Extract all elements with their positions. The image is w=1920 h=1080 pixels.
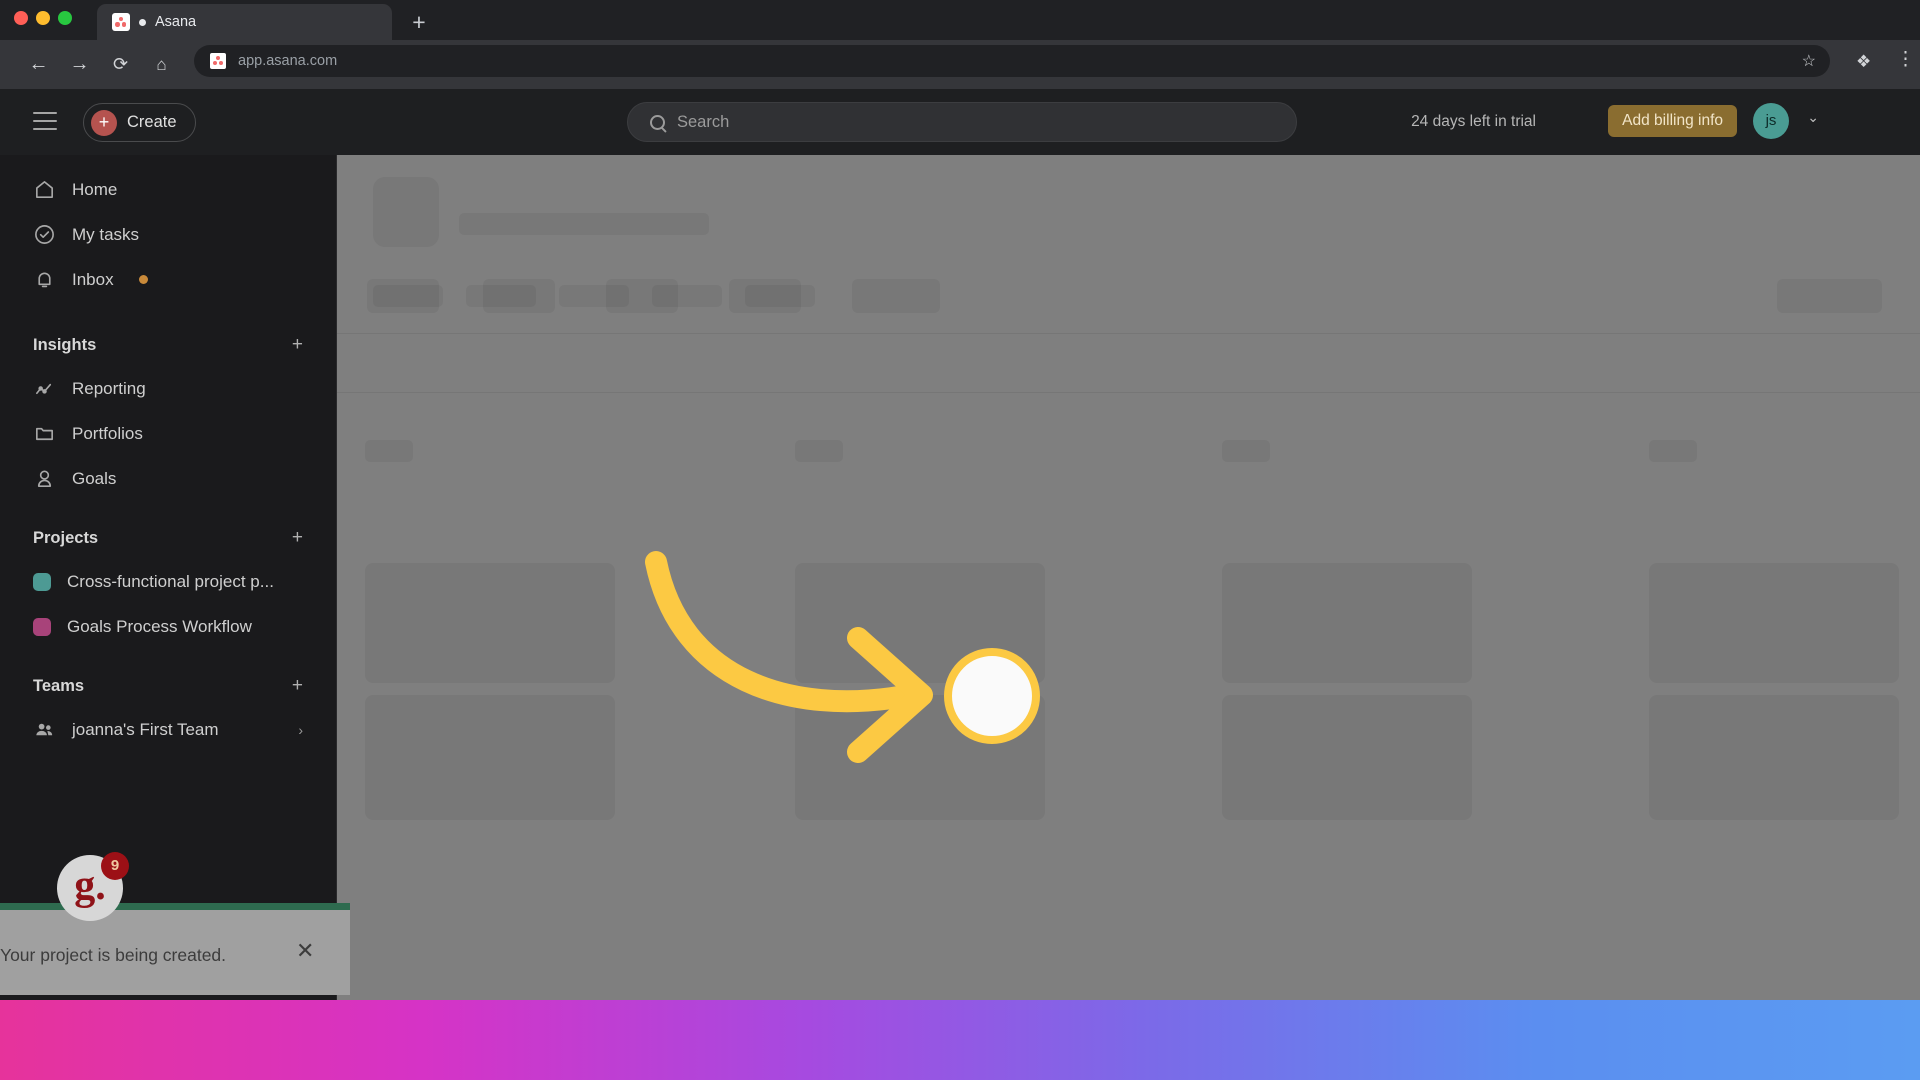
maximize-window-button[interactable]: [58, 11, 72, 25]
trial-status-text: 24 days left in trial: [1411, 113, 1536, 130]
people-icon: [33, 718, 56, 741]
screen-root: Asana + ← → ⟳ ⌂ app.asana.com ☆ ❖ ⋮ + Cr…: [0, 0, 1920, 1080]
section-title: Projects: [33, 528, 99, 547]
close-window-button[interactable]: [14, 11, 28, 25]
desktop-wallpaper-strip: [0, 1000, 1920, 1080]
home-icon: [33, 178, 56, 201]
sidebar-item-inbox[interactable]: Inbox: [0, 257, 336, 302]
guide-notification-badge: 9: [101, 852, 129, 880]
search-placeholder: Search: [677, 112, 730, 131]
skeleton-card: [1222, 563, 1472, 683]
asana-app: + Create Search Home My tasks Inbox Insi…: [0, 89, 1920, 1000]
skeleton-toolbar-pill: [483, 279, 555, 313]
header-divider: [337, 333, 1920, 334]
skeleton-card: [1222, 695, 1472, 820]
toolbar-divider: [337, 392, 1920, 393]
sidebar-item-home[interactable]: Home: [0, 167, 336, 212]
close-icon[interactable]: ✕: [296, 938, 314, 964]
sidebar-item-label: Portfolios: [72, 423, 143, 443]
skeleton-card: [1649, 695, 1899, 820]
search-icon: [650, 114, 665, 130]
add-project-button[interactable]: +: [292, 527, 303, 549]
sidebar-item-project-cross-functional[interactable]: Cross-functional project p...: [0, 559, 336, 604]
skeleton-card: [365, 695, 615, 820]
skeleton-column-header: [365, 440, 413, 462]
sidebar-section-teams: Teams +: [0, 665, 336, 707]
plus-icon: +: [91, 109, 117, 136]
extensions-puzzle-icon[interactable]: ❖: [1856, 52, 1871, 72]
skeleton-card: [1649, 563, 1899, 683]
skeleton-toolbar-pill: [606, 279, 678, 313]
forward-button[interactable]: →: [66, 51, 93, 78]
sidebar-item-label: Inbox: [72, 269, 114, 289]
sidebar-item-label: Cross-functional project p...: [67, 571, 274, 591]
sidebar-item-goals[interactable]: Goals: [0, 456, 336, 501]
toast-message: Your project is being created.: [0, 945, 227, 965]
sidebar-item-label: Reporting: [72, 378, 146, 398]
skeleton-toolbar-pill: [367, 279, 439, 313]
chevron-down-icon[interactable]: ⌄: [1807, 109, 1819, 126]
site-favicon-icon: [210, 53, 226, 69]
skeleton-toolbar-action: [1777, 279, 1882, 313]
section-title: Insights: [33, 335, 97, 354]
skeleton-column-header: [1649, 440, 1697, 462]
add-team-button[interactable]: +: [292, 675, 303, 697]
tab-title: Asana: [155, 14, 197, 30]
sidebar-item-label: My tasks: [72, 224, 140, 244]
click-target-indicator[interactable]: [944, 648, 1040, 744]
skeleton-project-title: [459, 213, 709, 235]
address-bar[interactable]: app.asana.com ☆: [194, 45, 1830, 77]
line-chart-icon: [33, 377, 56, 400]
address-bar-url: app.asana.com: [238, 53, 338, 69]
bookmark-star-icon[interactable]: ☆: [1802, 51, 1816, 71]
project-color-swatch: [33, 572, 51, 591]
browser-tab-strip: Asana +: [0, 0, 1920, 40]
check-circle-icon: [33, 223, 56, 246]
sidebar-item-portfolios[interactable]: Portfolios: [0, 411, 336, 456]
back-button[interactable]: ←: [25, 51, 52, 78]
project-board-loading: [337, 155, 1920, 1000]
skeleton-card: [365, 563, 615, 683]
add-billing-info-button[interactable]: Add billing info: [1608, 105, 1737, 137]
sidebar-section-projects: Projects +: [0, 517, 336, 559]
inbox-unread-badge: [138, 275, 148, 284]
chevron-right-icon[interactable]: ›: [298, 722, 303, 738]
user-avatar[interactable]: js: [1753, 103, 1789, 139]
sidebar-item-label: Goals Process Workflow: [67, 616, 252, 636]
sidebar-item-reporting[interactable]: Reporting: [0, 366, 336, 411]
sidebar-item-team-joannas-first-team[interactable]: joanna's First Team ›: [0, 707, 336, 752]
toast-notification: Your project is being created. ✕: [0, 903, 350, 995]
browser-tab-asana[interactable]: Asana: [97, 4, 392, 40]
sidebar: Home My tasks Inbox Insights + Reporting…: [0, 155, 337, 1000]
goal-icon: [33, 467, 56, 490]
create-button[interactable]: + Create: [83, 103, 196, 142]
hamburger-menu-icon[interactable]: [33, 112, 57, 130]
new-tab-button[interactable]: +: [405, 9, 433, 37]
add-insight-button[interactable]: +: [292, 334, 303, 356]
window-traffic-lights: [14, 11, 72, 25]
sidebar-item-label: joanna's First Team: [72, 719, 219, 739]
skeleton-toolbar-pill: [729, 279, 801, 313]
folder-icon: [33, 422, 56, 445]
sidebar-item-my-tasks[interactable]: My tasks: [0, 212, 336, 257]
minimize-window-button[interactable]: [36, 11, 50, 25]
asana-favicon-icon: [112, 13, 130, 31]
skeleton-project-icon: [373, 177, 439, 247]
section-title: Teams: [33, 676, 85, 695]
bell-icon: [33, 268, 56, 291]
skeleton-column-header: [795, 440, 843, 462]
browser-menu-icon[interactable]: ⋮: [1896, 50, 1915, 69]
sidebar-item-label: Home: [72, 179, 118, 199]
reload-button[interactable]: ⟳: [107, 51, 134, 78]
search-input[interactable]: Search: [627, 102, 1297, 142]
project-color-swatch: [33, 617, 51, 636]
sidebar-item-label: Goals: [72, 468, 117, 488]
sidebar-section-insights: Insights +: [0, 324, 336, 366]
create-button-label: Create: [127, 113, 177, 131]
skeleton-toolbar-pill: [852, 279, 940, 313]
tab-indicator-dot: [139, 18, 146, 26]
sidebar-item-project-goals-process[interactable]: Goals Process Workflow: [0, 604, 336, 649]
home-button[interactable]: ⌂: [148, 51, 175, 78]
skeleton-column-header: [1222, 440, 1270, 462]
